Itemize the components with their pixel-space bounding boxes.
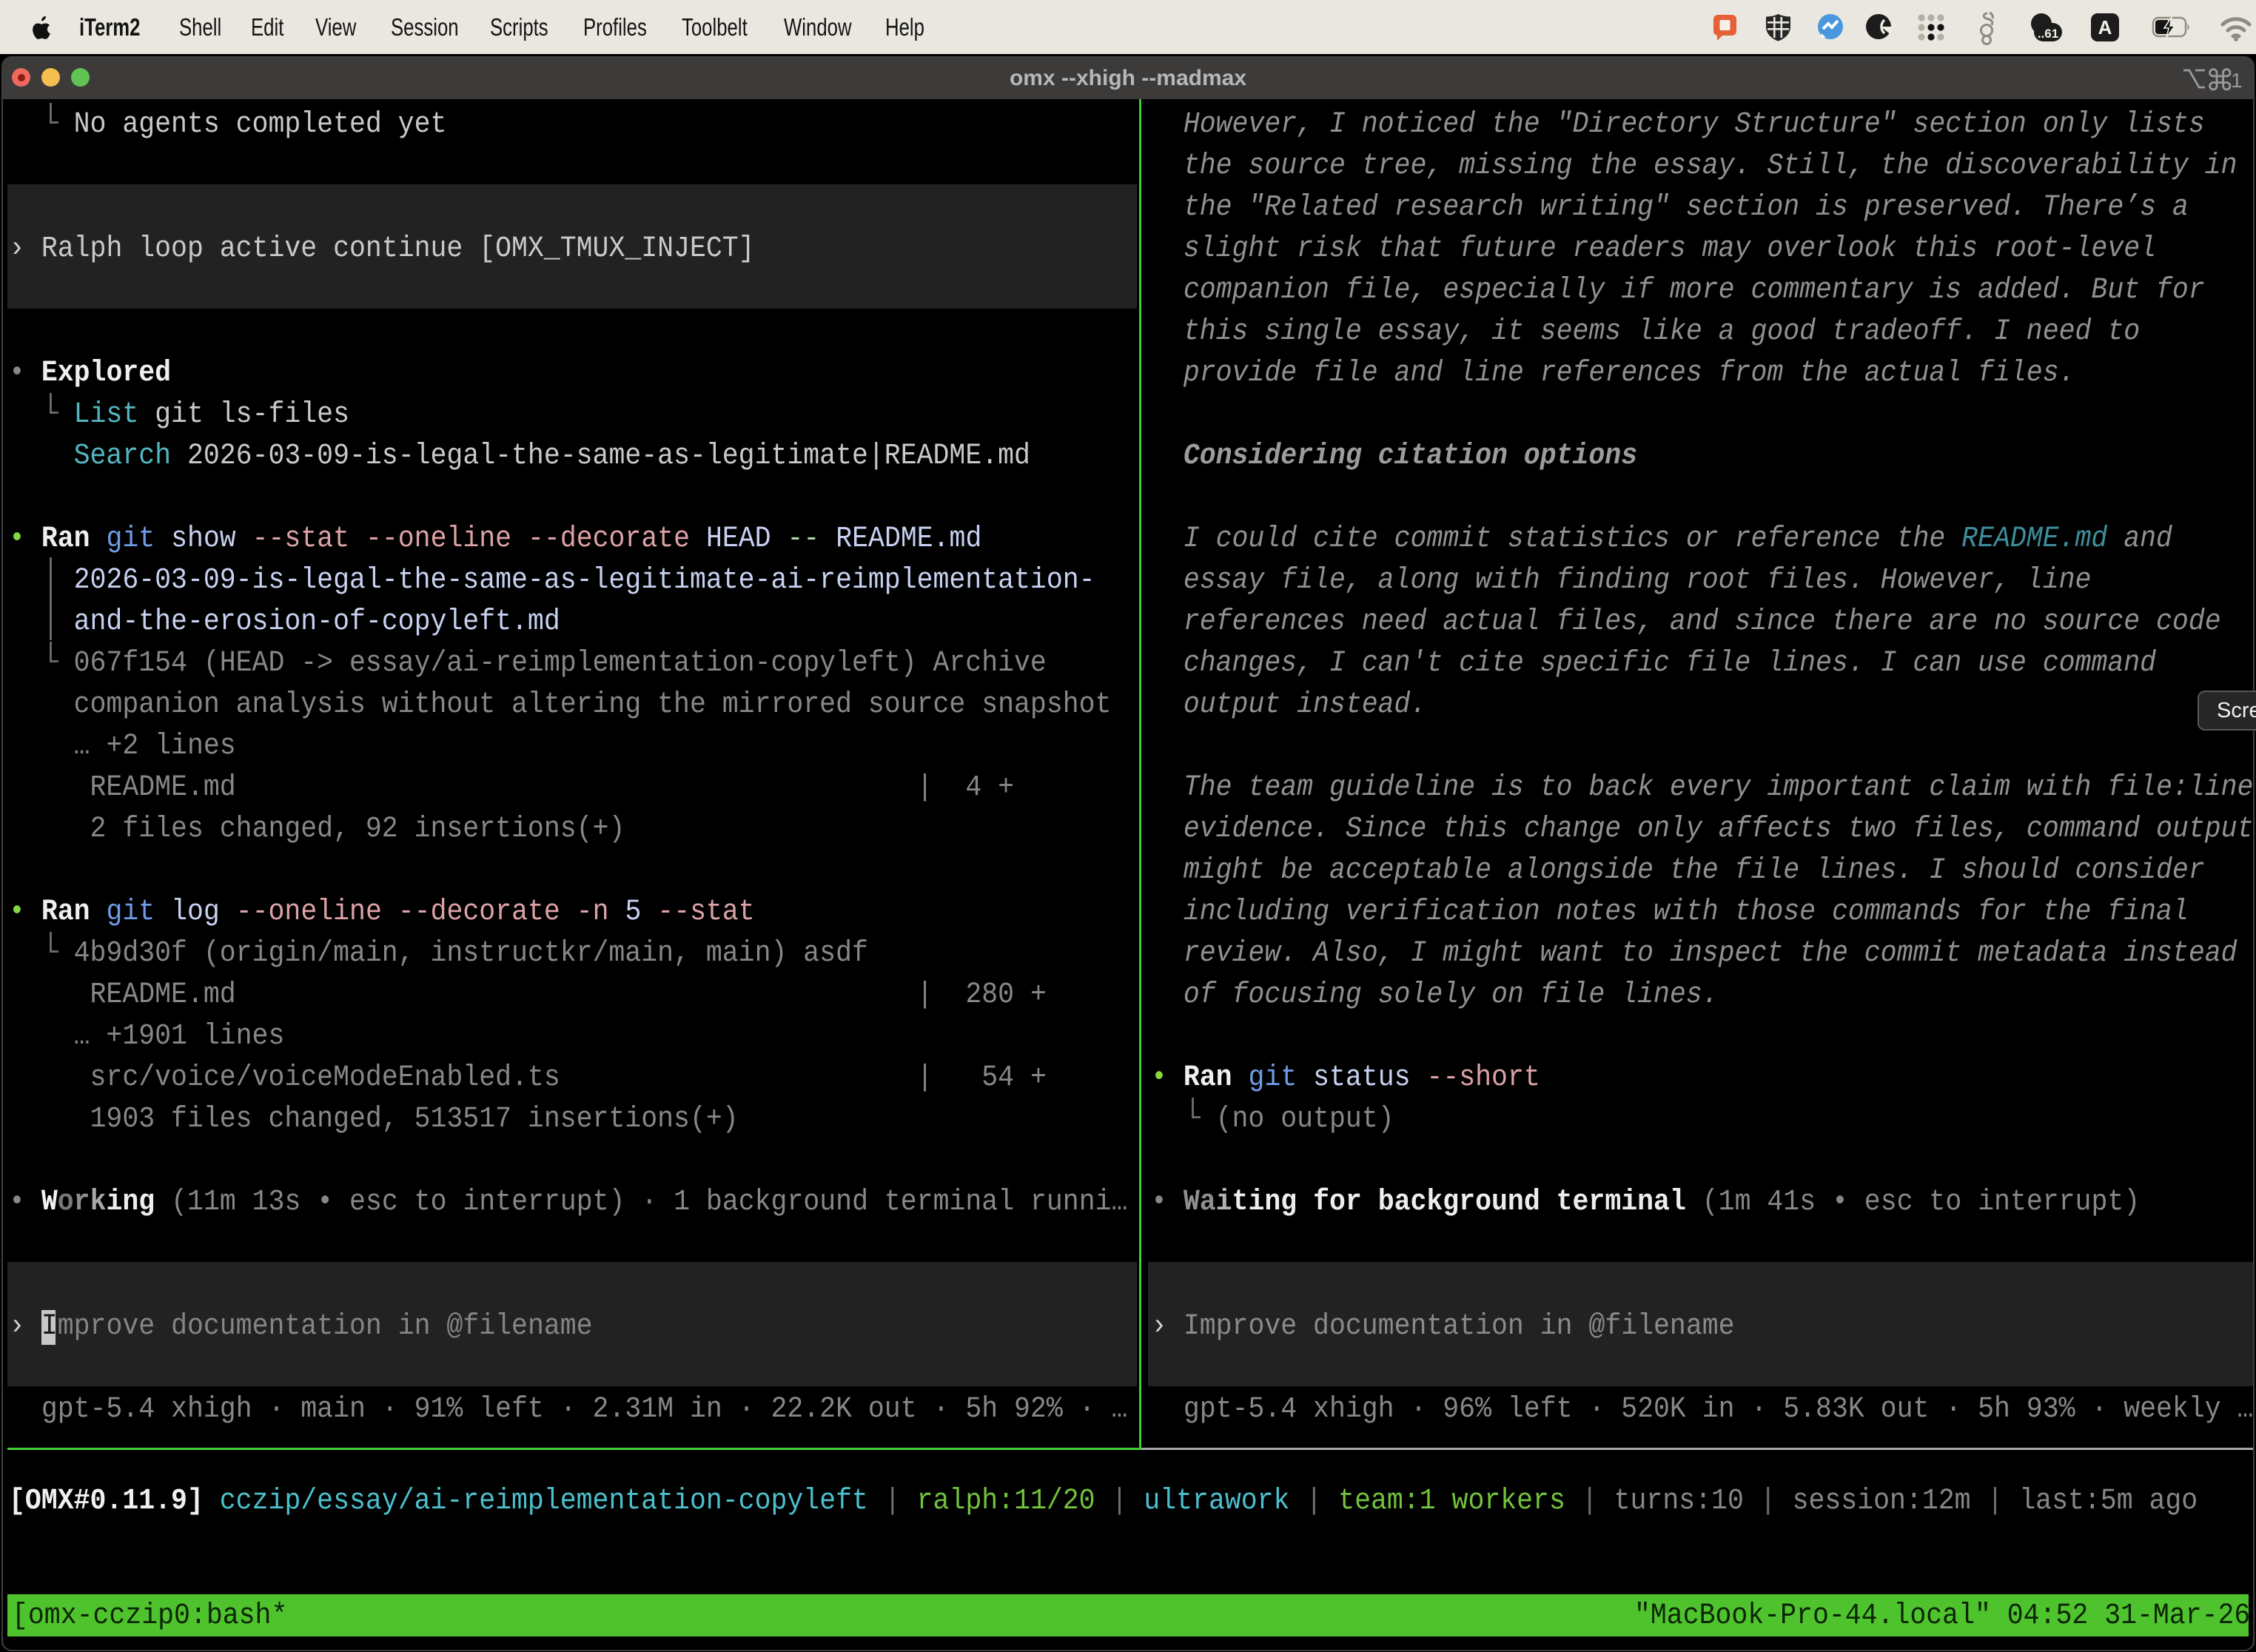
- svg-text:A: A: [2098, 16, 2112, 38]
- svg-text:..61: ..61: [2038, 27, 2058, 41]
- svg-text:1: 1: [2231, 69, 2243, 92]
